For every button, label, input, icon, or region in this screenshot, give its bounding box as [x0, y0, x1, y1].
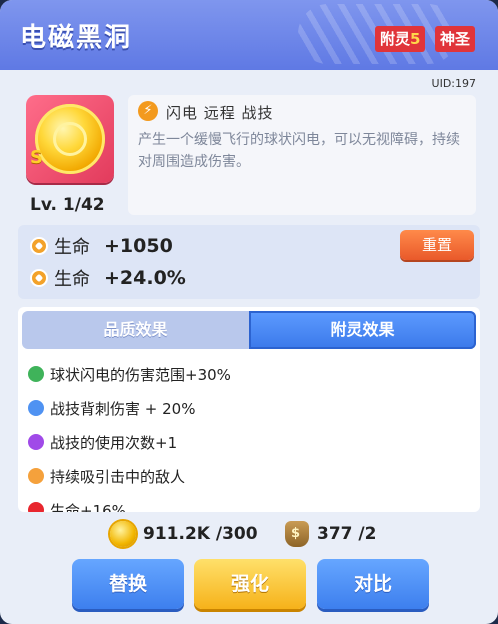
lightning-icon: ⚡	[138, 101, 158, 121]
skill-description-box: ⚡ 闪电 远程 战技 产生一个缓慢飞行的球状闪电，可以无视障碍，持续对周围造成伤…	[128, 95, 476, 215]
s-grade-icon: S	[30, 147, 43, 168]
bag-cost-value: 377 /2	[317, 524, 377, 544]
replace-button[interactable]: 替换	[72, 559, 184, 609]
enhance-button[interactable]: 强化	[194, 559, 306, 609]
effect-text: 球状闪电的伤害范围+30%	[50, 365, 231, 384]
stat-value: +24.0%	[104, 267, 186, 289]
effect-dot-icon	[28, 434, 44, 450]
effect-tabs: 品质效果 附灵效果	[22, 311, 476, 349]
stat-row: 生命 +1050	[30, 231, 173, 261]
gold-coin-icon	[110, 521, 136, 547]
effect-item: 持续吸引击中的敌人	[28, 459, 468, 493]
effect-dot-icon	[28, 366, 44, 382]
effect-dot-icon	[28, 400, 44, 416]
bag-cost: 377 /2	[285, 520, 376, 548]
effect-dot-icon	[28, 468, 44, 484]
effect-text: 生命+16%	[50, 501, 126, 513]
uid-label: UID:197	[431, 77, 476, 90]
effect-dot-icon	[28, 502, 44, 512]
item-icon: S	[26, 95, 114, 183]
effect-text: 持续吸引击中的敌人	[50, 467, 186, 486]
effect-text: 战技背刺伤害 + 20%	[50, 399, 196, 418]
equipment-detail-panel: 电磁黑洞 附灵5 神圣 UID:197 S Lv. 1/42 ⚡ 闪电 远程 战…	[0, 0, 498, 624]
gold-cost-value: 911.2K /300	[143, 524, 258, 544]
gold-cost: 911.2K /300	[110, 520, 258, 548]
enchant-badge: 附灵5	[375, 26, 426, 52]
header-bar: 电磁黑洞 附灵5 神圣	[0, 0, 498, 70]
tab-enchant-effect[interactable]: 附灵效果	[249, 311, 476, 349]
stat-name: 生命	[54, 237, 90, 258]
skill-tags: 闪电 远程 战技	[166, 104, 274, 122]
rarity-badge: 神圣	[435, 26, 476, 52]
tab-quality-effect[interactable]: 品质效果	[22, 311, 249, 349]
money-bag-icon	[285, 521, 309, 547]
effects-box: 品质效果 附灵效果 球状闪电的伤害范围+30% 战技背刺伤害 + 20% 战技的…	[18, 307, 480, 512]
effect-item: 生命+16%	[28, 493, 468, 512]
effect-list: 球状闪电的伤害范围+30% 战技背刺伤害 + 20% 战技的使用次数+1 持续吸…	[28, 357, 468, 512]
item-level: Lv. 1/42	[30, 195, 105, 215]
item-title: 电磁黑洞	[20, 23, 133, 53]
enchant-label: 附灵	[380, 30, 411, 48]
skill-description: 产生一个缓慢飞行的球状闪电，可以无视障碍，持续对周围造成伤害。	[138, 132, 460, 170]
stat-name: 生命	[54, 269, 90, 290]
stat-value: +1050	[104, 235, 173, 257]
lightning-orb-icon	[35, 104, 105, 174]
heart-icon	[30, 269, 48, 287]
stat-row: 生命 +24.0%	[30, 263, 186, 293]
effect-item: 战技的使用次数+1	[28, 425, 468, 459]
enchant-level: 5	[410, 30, 421, 48]
stats-box: 生命 +1050 生命 +24.0% 重置	[18, 225, 480, 299]
effect-item: 战技背刺伤害 + 20%	[28, 391, 468, 425]
compare-button[interactable]: 对比	[317, 559, 429, 609]
heart-icon	[30, 237, 48, 255]
effect-text: 战技的使用次数+1	[50, 433, 178, 452]
effect-item: 球状闪电的伤害范围+30%	[28, 357, 468, 391]
reset-button[interactable]: 重置	[400, 230, 474, 260]
